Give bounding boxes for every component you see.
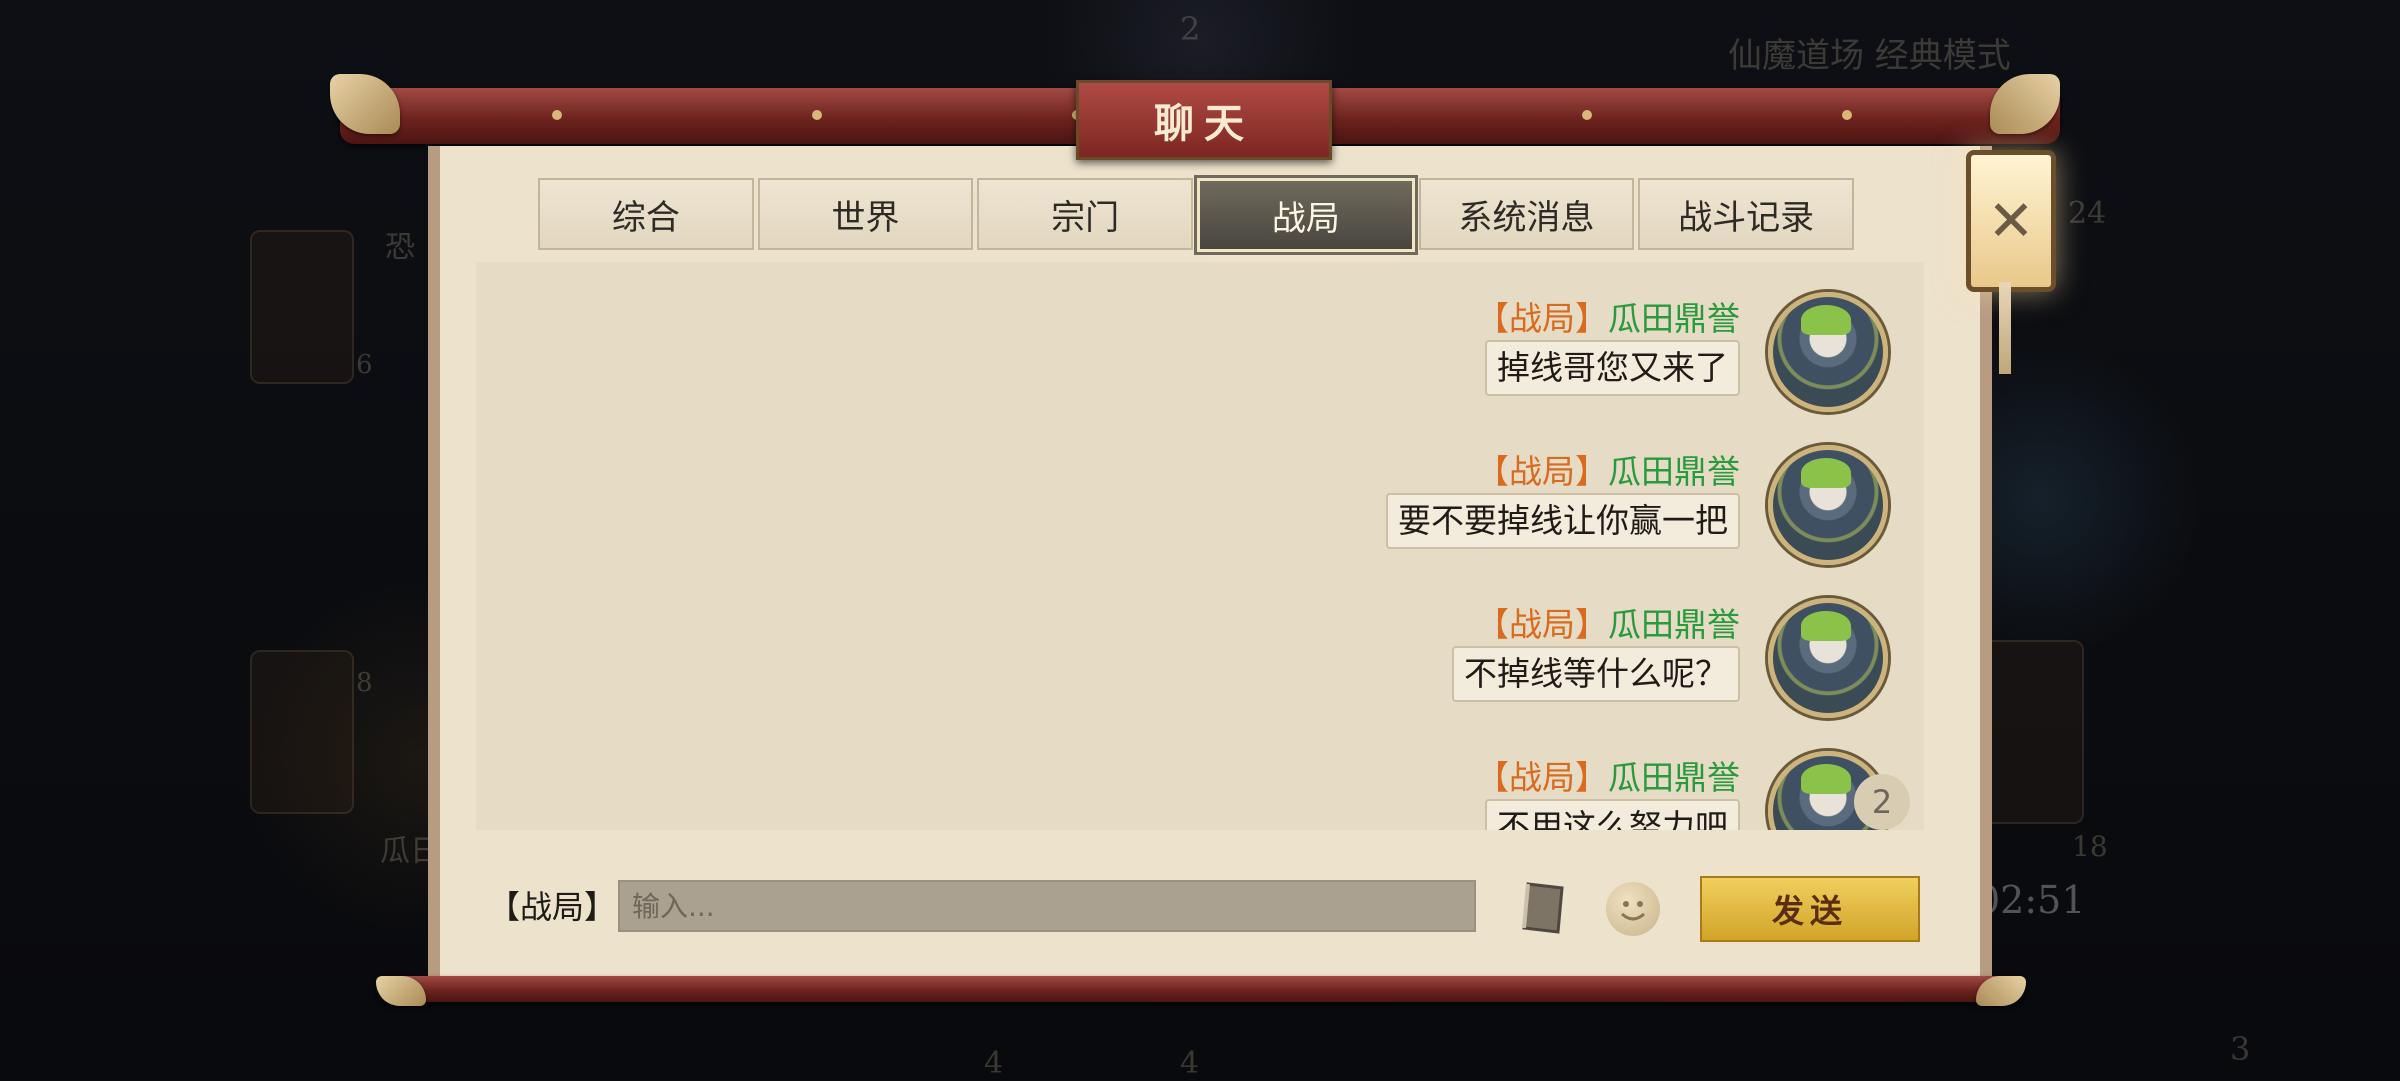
tab-world[interactable]: 世界: [757, 178, 974, 250]
tab-sect[interactable]: 宗门: [977, 178, 1194, 250]
close-icon: ✕: [1987, 188, 2035, 254]
close-button[interactable]: ✕: [1966, 150, 2056, 292]
scroll-bottom-rod: [380, 976, 2020, 1002]
chat-message: 【战局】瓜田鼎誉 不掉线等什么呢？: [476, 568, 1924, 718]
message-sender[interactable]: 瓜田鼎誉: [1608, 758, 1740, 797]
send-button[interactable]: 发送: [1700, 876, 1920, 942]
background-number: 2: [1180, 10, 1201, 48]
background-card: [1980, 640, 2084, 824]
message-bubble: 不用这么努力吧: [1485, 799, 1740, 830]
background-card: [250, 230, 354, 384]
message-header: 【战局】瓜田鼎誉: [1476, 598, 1740, 646]
channel-tabs: 综合 世界 宗门 战局 系统消息 战斗记录: [538, 178, 1858, 252]
game-mode-text: 仙魔道场 经典模式: [1728, 36, 2011, 76]
message-channel: 【战局】: [1476, 605, 1608, 644]
avatar[interactable]: [1768, 598, 1888, 718]
chat-message: 【战局】瓜田鼎誉 要不要掉线让你赢一把: [476, 415, 1924, 565]
message-sender[interactable]: 瓜田鼎誉: [1608, 452, 1740, 491]
background-number: 6: [356, 350, 373, 380]
message-sender[interactable]: 瓜田鼎誉: [1608, 605, 1740, 644]
book-icon[interactable]: [1518, 880, 1566, 936]
message-header: 【战局】瓜田鼎誉: [1476, 751, 1740, 799]
avatar[interactable]: [1768, 292, 1888, 412]
message-channel: 【战局】: [1476, 299, 1608, 338]
chat-input-bar: 【战局】 发送: [476, 840, 1924, 964]
message-sender[interactable]: 瓜田鼎誉: [1608, 299, 1740, 338]
tab-general[interactable]: 综合: [538, 178, 754, 250]
background-number: 3: [2230, 1030, 2251, 1068]
emoji-icon[interactable]: [1606, 882, 1660, 936]
unread-count-badge[interactable]: 2: [1854, 774, 1910, 830]
background-card: [250, 650, 354, 814]
chat-message: 【战局】瓜田鼎誉 不用这么努力吧: [476, 721, 1924, 830]
background-timer: 02:51: [1976, 878, 2086, 922]
message-bubble: 掉线哥您又来了: [1485, 340, 1740, 396]
background-number: 4: [1180, 1046, 1200, 1081]
dialog-title: 聊天: [1076, 80, 1332, 160]
background-player-name: 恐: [385, 230, 415, 265]
tab-system-messages[interactable]: 系统消息: [1418, 178, 1635, 250]
background-number: 24: [2068, 196, 2107, 231]
tab-battle[interactable]: 战局: [1197, 178, 1415, 252]
chat-message-list[interactable]: 【战局】瓜田鼎誉 掉线哥您又来了 【战局】瓜田鼎誉 要不要掉线让你赢一把 【战局…: [476, 262, 1924, 830]
background-number: 18: [2072, 830, 2108, 863]
background-number: 4: [984, 1046, 1004, 1081]
lantern-tassel: [1999, 282, 2011, 374]
tab-battle-log[interactable]: 战斗记录: [1638, 178, 1855, 250]
message-channel: 【战局】: [1476, 452, 1608, 491]
message-channel: 【战局】: [1476, 758, 1608, 797]
message-header: 【战局】瓜田鼎誉: [1476, 445, 1740, 493]
message-bubble: 不掉线等什么呢？: [1452, 646, 1740, 702]
chat-message: 【战局】瓜田鼎誉 掉线哥您又来了: [476, 262, 1924, 412]
message-bubble: 要不要掉线让你赢一把: [1386, 493, 1740, 549]
background-number: 8: [356, 668, 373, 698]
chat-input[interactable]: [618, 880, 1476, 932]
input-channel-label: 【战局】: [488, 888, 617, 926]
message-header: 【战局】瓜田鼎誉: [1476, 292, 1740, 340]
avatar[interactable]: [1768, 445, 1888, 565]
